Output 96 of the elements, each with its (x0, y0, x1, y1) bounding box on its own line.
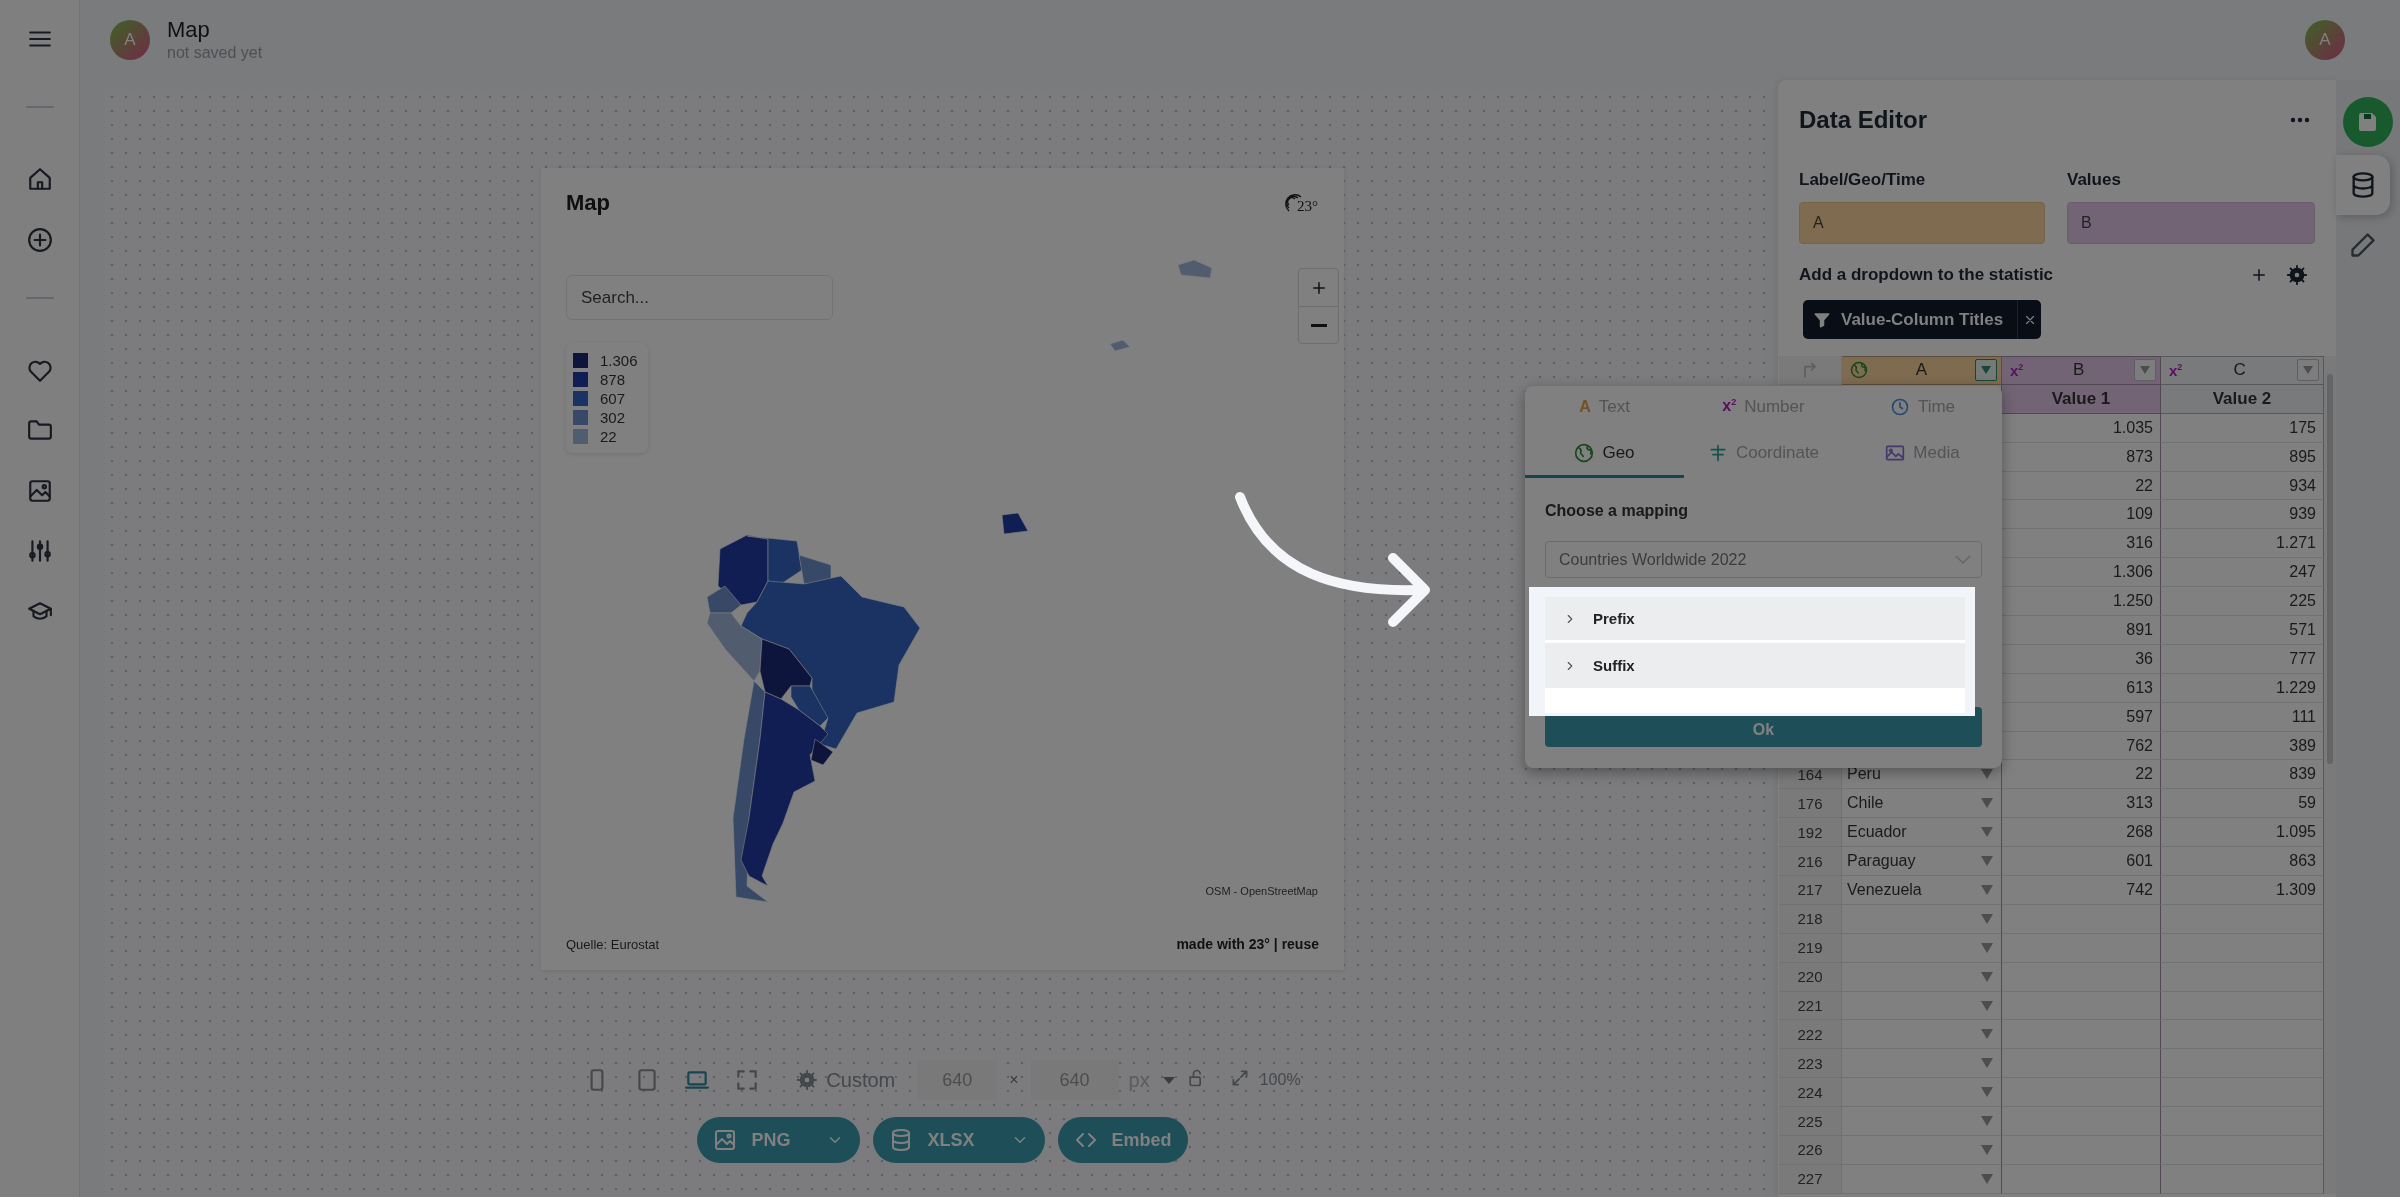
mapping-label: Choose a mapping (1545, 501, 1690, 521)
column-title: Value 2 (2161, 384, 2324, 414)
column-letter: A (1914, 360, 1929, 381)
column-header[interactable]: A (1842, 356, 2002, 385)
filter-chip[interactable]: Value-Column Titles (1803, 300, 2042, 339)
row-number: 192 (1779, 818, 1842, 848)
table-cell: 1.271 (2275, 534, 2316, 553)
legend-label: 302 (600, 408, 626, 426)
type-tab[interactable]: Geo (1525, 430, 1684, 478)
table-cell: 1.095 (2275, 823, 2316, 842)
row-number: 220 (1779, 962, 1842, 992)
table-cell: 316 (2126, 534, 2153, 553)
legend-label: 607 (600, 389, 626, 407)
source-note: Quelle: Eurostat (566, 937, 660, 952)
table-cell: 1.229 (2275, 678, 2316, 697)
column-header[interactable]: x$^{2}$ C (2161, 356, 2324, 385)
user-avatar[interactable]: A (2305, 20, 2345, 60)
field-label: Values (2067, 170, 2122, 190)
table-cell: 111 (2291, 707, 2316, 726)
table-cell: 863 (2289, 852, 2316, 871)
map-attribution: OSM - OpenStreetMap (1205, 885, 1318, 897)
row-number: 217 (1779, 876, 1842, 905)
accordion-item[interactable]: Suffix (1545, 643, 1965, 688)
table-cell: 175 (2289, 418, 2316, 437)
label-column-field[interactable]: A (1799, 202, 2045, 244)
table-cell: 59 (2298, 794, 2316, 813)
table-cell: Ecuador (1847, 823, 1907, 842)
preset-selector[interactable]: Custom (796, 1068, 896, 1092)
values-column-field[interactable]: B (2067, 202, 2315, 244)
row-number: 222 (1779, 1020, 1842, 1050)
table-cell: 389 (2289, 736, 2316, 755)
table-cell: 109 (2126, 505, 2153, 524)
table-cell: 601 (2126, 852, 2153, 871)
field-label: Label/Geo/Time (1799, 170, 1927, 190)
row-number: 221 (1779, 991, 1842, 1021)
column-title: Value 1 (2002, 384, 2161, 414)
export-button[interactable]: PNG (697, 1117, 861, 1163)
panel-title: Data Editor (1799, 106, 1927, 134)
legend-label: 1.306 (600, 351, 638, 369)
table-cell: 777 (2289, 649, 2316, 668)
credit-link[interactable]: made with 23° | reuse (1176, 936, 1319, 952)
table-cell: 1.035 (2112, 418, 2153, 437)
row-number: 225 (1779, 1107, 1842, 1137)
table-cell: Chile (1847, 794, 1884, 813)
accordion-item[interactable]: Prefix (1545, 597, 1965, 640)
column-letter: C (2232, 360, 2247, 381)
table-cell: 22 (2135, 765, 2153, 784)
table-cell: 247 (2289, 563, 2316, 582)
table-cell: 939 (2289, 505, 2316, 524)
table-cell: 1.306 (2112, 563, 2153, 582)
mapping-select[interactable]: Countries Worldwide 2022 (1545, 541, 1982, 578)
table-cell: Paraguay (1847, 852, 1916, 871)
map-title: Map (566, 189, 610, 217)
times-sign: × (1009, 1071, 1019, 1089)
table-cell: 873 (2126, 447, 2153, 466)
table-cell: 613 (2126, 678, 2153, 697)
table-cell: 839 (2289, 765, 2316, 784)
row-number: 224 (1779, 1078, 1842, 1108)
row-number: 176 (1779, 789, 1842, 819)
row-number: 227 (1779, 1164, 1842, 1194)
table-cell: 225 (2289, 592, 2316, 611)
table-cell: 762 (2126, 736, 2153, 755)
table-cell: 742 (2126, 880, 2153, 899)
table-cell: 313 (2126, 794, 2153, 813)
table-cell: 597 (2126, 707, 2153, 726)
table-cell: 895 (2289, 447, 2316, 466)
table-cell: 1.250 (2112, 592, 2153, 611)
number-type-icon: x$^{2}$ (2010, 361, 2024, 379)
legend-label: 22 (600, 427, 617, 445)
chart-title: Map (167, 17, 211, 43)
table-cell: Venezuela (1847, 880, 1922, 899)
table-cell: 268 (2126, 823, 2153, 842)
export-button[interactable]: Embed (1057, 1117, 1188, 1163)
legend-label: 878 (600, 370, 626, 388)
search-field[interactable]: Search... (566, 275, 833, 320)
table-cell: 934 (2289, 476, 2316, 495)
column-letter: B (2072, 360, 2086, 381)
column-header[interactable]: x$^{2}$ B (2002, 356, 2161, 385)
table-cell: 1.309 (2275, 880, 2316, 899)
table-cell: 36 (2135, 649, 2153, 668)
table-cell: 891 (2126, 620, 2153, 639)
table-cell: 571 (2289, 620, 2316, 639)
zoom-level: 100% (1259, 1071, 1301, 1089)
row-number: 223 (1779, 1049, 1842, 1079)
row-number: 219 (1779, 933, 1842, 963)
row-number: 226 (1779, 1136, 1842, 1165)
text-type-icon: A (1579, 397, 1591, 416)
export-button[interactable]: XLSX (873, 1117, 1045, 1163)
row-number: 216 (1779, 847, 1842, 877)
table-cell: 22 (2135, 476, 2153, 495)
logo: 23° (1281, 191, 1318, 213)
avatar[interactable]: A (110, 20, 150, 60)
number-type-icon: x$^{2}$ (1722, 397, 1737, 416)
section-label: Add a dropdown to the statistic (1799, 265, 2055, 285)
row-number: 218 (1779, 904, 1842, 934)
number-type-icon: x$^{2}$ (2169, 361, 2183, 379)
